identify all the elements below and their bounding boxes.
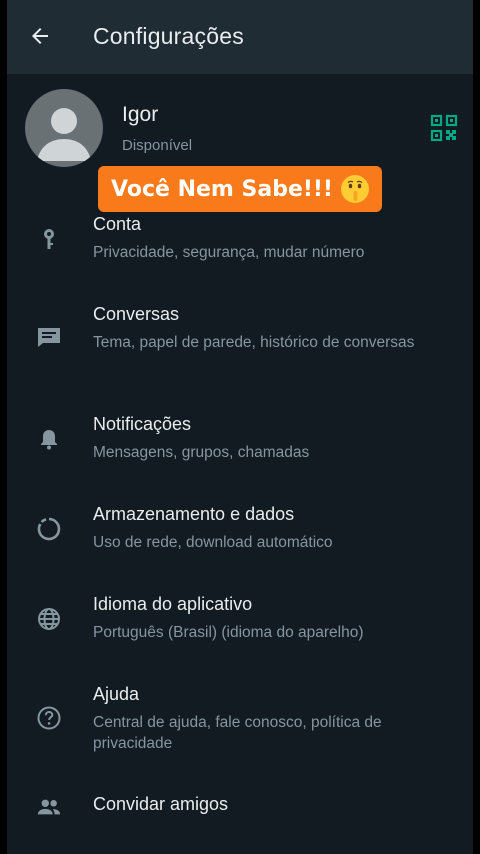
settings-item-label: Notificações (93, 414, 192, 434)
settings-item-label: Armazenamento e dados (93, 504, 295, 524)
settings-item-description: Mensagens, grupos, chamadas (93, 444, 310, 461)
settings-item-convidar-amigos[interactable]: Convidar amigos (0, 794, 480, 834)
settings-item-label: Idioma do aplicativo (93, 594, 253, 614)
profile-status: Disponível (122, 137, 193, 154)
settings-item-ajuda[interactable]: Ajuda Central de ajuda, fale conosco, po… (0, 684, 480, 756)
settings-item-label: Conta (93, 214, 142, 234)
back-arrow-icon[interactable] (26, 22, 54, 50)
settings-item-notificacoes[interactable]: Notificações Mensagens, grupos, chamadas (0, 414, 480, 474)
settings-item-label: Convidar amigos (93, 794, 229, 814)
overlay-banner: Você Nem Sabe!!! (98, 166, 382, 212)
people-icon (36, 794, 62, 820)
frame-right (473, 0, 480, 854)
key-icon (36, 226, 62, 252)
settings-item-conta[interactable]: Conta Privacidade, segurança, mudar núme… (0, 214, 480, 274)
banner-text: Você Nem Sabe!!! (111, 176, 333, 202)
app-bar: Configurações (0, 0, 480, 74)
settings-item-description: Tema, papel de parede, histórico de conv… (93, 334, 415, 351)
profile-name: Igor (122, 103, 159, 126)
avatar[interactable] (25, 89, 103, 167)
frame-left (0, 0, 7, 854)
settings-item-label: Conversas (93, 304, 180, 324)
bell-icon (36, 426, 62, 452)
settings-item-idioma[interactable]: Idioma do aplicativo Português (Brasil) … (0, 594, 480, 654)
page-title: Configurações (93, 23, 244, 49)
help-icon (36, 705, 62, 731)
settings-item-description: Central de ajuda, fale conosco, política… (93, 714, 382, 752)
settings-item-description: Uso de rede, download automático (93, 534, 333, 551)
settings-item-description: Privacidade, segurança, mudar número (93, 244, 365, 261)
settings-item-label: Ajuda (93, 684, 140, 704)
chat-icon (36, 324, 62, 350)
qr-code-icon[interactable] (430, 114, 458, 142)
shushing-face-icon (340, 175, 369, 203)
globe-icon (36, 606, 62, 632)
settings-item-armazenamento[interactable]: Armazenamento e dados Uso de rede, downl… (0, 504, 480, 564)
storage-icon (36, 516, 62, 542)
profile-row[interactable]: Igor Disponível (0, 78, 480, 178)
settings-item-conversas[interactable]: Conversas Tema, papel de parede, históri… (0, 304, 480, 376)
settings-item-description: Português (Brasil) (idioma do aparelho) (93, 624, 364, 641)
